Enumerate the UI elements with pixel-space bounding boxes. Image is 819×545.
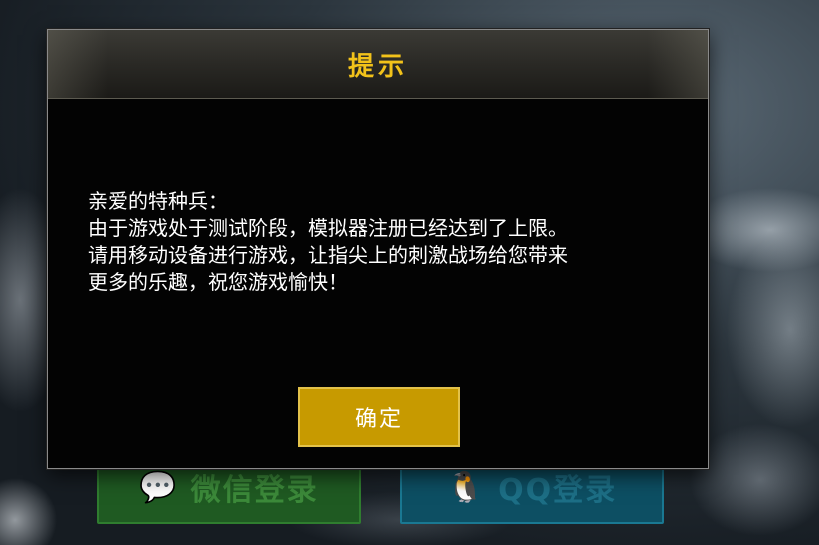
message-line: 亲爱的特种兵： <box>88 189 228 213</box>
qq-login-label: QQ登录 <box>498 473 618 508</box>
wechat-icon: 💬 <box>139 469 179 505</box>
wechat-login-label: 微信登录 <box>190 473 319 508</box>
message-line: 请用移动设备进行游戏，让指尖上的刺激战场给您带来 <box>88 243 568 267</box>
dialog-message: 亲爱的特种兵： 由于游戏处于测试阶段，模拟器注册已经达到了上限。 请用移动设备进… <box>88 188 678 296</box>
notice-dialog: 提示 亲爱的特种兵： 由于游戏处于测试阶段，模拟器注册已经达到了上限。 请用移动… <box>47 29 709 469</box>
message-line: 由于游戏处于测试阶段，模拟器注册已经达到了上限。 <box>88 216 568 240</box>
game-screen: 💬 微信登录 🐧 QQ登录 提示 亲爱的特种兵： 由于游戏处于测试阶段，模拟器注… <box>0 0 819 545</box>
message-line: 更多的乐趣，祝您游戏愉快！ <box>88 270 348 294</box>
dialog-header: 提示 <box>48 30 708 99</box>
qq-penguin-icon: 🐧 <box>446 469 487 505</box>
dialog-title: 提示 <box>347 51 408 82</box>
confirm-button[interactable]: 确定 <box>298 387 460 447</box>
